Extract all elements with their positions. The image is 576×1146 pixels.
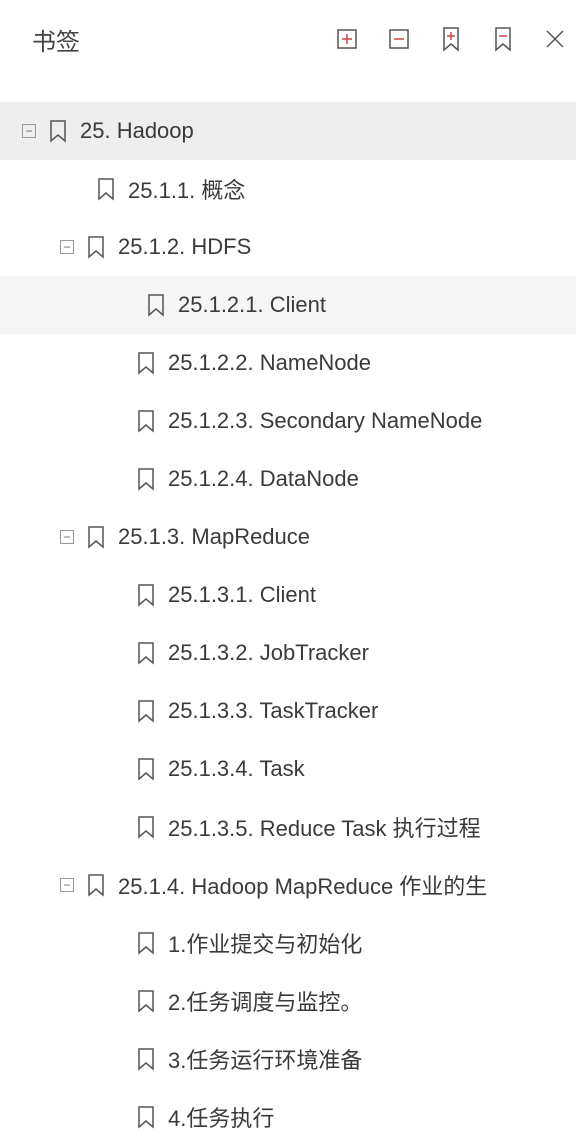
- tree-item-label: 25.1.3.5. Reduce Task 执行过程: [168, 811, 481, 843]
- bookmark-icon: [48, 119, 68, 143]
- tree-item-label: 25.1.2.4. DataNode: [168, 466, 359, 492]
- tree-node-leaf[interactable]: 25.1.2.1. Client: [0, 276, 576, 334]
- remove-bookmark-icon[interactable]: [488, 24, 518, 54]
- collapse-icon[interactable]: −: [60, 878, 74, 892]
- tree-node-leaf[interactable]: 3.任务运行环境准备: [0, 1030, 576, 1088]
- bookmark-icon: [96, 177, 116, 201]
- collapse-icon[interactable]: −: [60, 530, 74, 544]
- tree-node-branch[interactable]: − 25.1.3. MapReduce: [0, 508, 576, 566]
- tree-node-branch[interactable]: − 25.1.4. Hadoop MapReduce 作业的生: [0, 856, 576, 914]
- tree-item-label: 3.任务运行环境准备: [168, 1043, 362, 1075]
- tree-node-leaf[interactable]: 25.1.1. 概念: [0, 160, 576, 218]
- tree-item-label: 25.1.3.1. Client: [168, 582, 316, 608]
- tree-node-branch[interactable]: − 25.1.2. HDFS: [0, 218, 576, 276]
- tree-item-label: 2.任务调度与监控。: [168, 985, 362, 1017]
- bookmarks-header: 书签: [0, 0, 576, 78]
- tree-node-leaf[interactable]: 2.任务调度与监控。: [0, 972, 576, 1030]
- tree-item-label: 25.1.4. Hadoop MapReduce 作业的生: [118, 869, 487, 901]
- bookmark-icon: [136, 1105, 156, 1129]
- bookmark-icon: [86, 873, 106, 897]
- tree-node-leaf[interactable]: 25.1.2.3. Secondary NameNode: [0, 392, 576, 450]
- collapse-icon[interactable]: −: [60, 240, 74, 254]
- tree-item-label: 25.1.2.3. Secondary NameNode: [168, 408, 482, 434]
- tree-item-label: 25.1.3. MapReduce: [118, 524, 310, 550]
- bookmark-icon: [136, 989, 156, 1013]
- close-icon[interactable]: [540, 24, 570, 54]
- spacer: [120, 298, 134, 312]
- bookmark-icon: [136, 699, 156, 723]
- tree-item-label: 4.任务执行: [168, 1101, 274, 1133]
- tree-item-label: 25.1.2. HDFS: [118, 234, 251, 260]
- bookmark-icon: [136, 931, 156, 955]
- tree-item-label: 25.1.1. 概念: [128, 173, 245, 205]
- bookmark-icon: [146, 293, 166, 317]
- tree-node-leaf[interactable]: 25.1.3.5. Reduce Task 执行过程: [0, 798, 576, 856]
- bookmark-icon: [136, 583, 156, 607]
- bookmark-icon: [136, 467, 156, 491]
- tree-node-leaf[interactable]: 25.1.3.1. Client: [0, 566, 576, 624]
- tree-node-leaf[interactable]: 25.1.2.2. NameNode: [0, 334, 576, 392]
- tree-node-leaf[interactable]: 25.1.3.2. JobTracker: [0, 624, 576, 682]
- bookmark-icon: [136, 1047, 156, 1071]
- tree-item-label: 25.1.2.2. NameNode: [168, 350, 371, 376]
- tree-node-leaf[interactable]: 25.1.3.3. TaskTracker: [0, 682, 576, 740]
- bookmark-icon: [86, 525, 106, 549]
- tree-node-leaf[interactable]: 1.作业提交与初始化: [0, 914, 576, 972]
- tree-node-leaf[interactable]: 4.任务执行: [0, 1088, 576, 1146]
- tree-node-leaf[interactable]: 25.1.2.4. DataNode: [0, 450, 576, 508]
- collapse-icon[interactable]: −: [22, 124, 36, 138]
- tree-node-leaf[interactable]: 25.1.3.4. Task: [0, 740, 576, 798]
- tree-item-label: 25.1.2.1. Client: [178, 292, 326, 318]
- panel-title: 书签: [32, 22, 80, 57]
- tree-item-label: 1.作业提交与初始化: [168, 927, 362, 959]
- bookmark-icon: [136, 815, 156, 839]
- remove-bookmark-folder-icon[interactable]: [384, 24, 414, 54]
- bookmark-icon: [136, 351, 156, 375]
- bookmark-icon: [86, 235, 106, 259]
- add-bookmark-folder-icon[interactable]: [332, 24, 362, 54]
- bookmark-icon: [136, 409, 156, 433]
- bookmarks-tree: − 25. Hadoop 25.1.1. 概念 − 25.1.2. HDFS 2…: [0, 78, 576, 1146]
- tree-item-label: 25.1.3.4. Task: [168, 756, 305, 782]
- bookmark-icon: [136, 757, 156, 781]
- tree-item-label: 25.1.3.2. JobTracker: [168, 640, 369, 666]
- add-bookmark-icon[interactable]: [436, 24, 466, 54]
- tree-node-root[interactable]: − 25. Hadoop: [0, 102, 576, 160]
- tree-item-label: 25. Hadoop: [80, 118, 194, 144]
- bookmark-icon: [136, 641, 156, 665]
- tree-item-label: 25.1.3.3. TaskTracker: [168, 698, 378, 724]
- toolbar: [332, 24, 570, 54]
